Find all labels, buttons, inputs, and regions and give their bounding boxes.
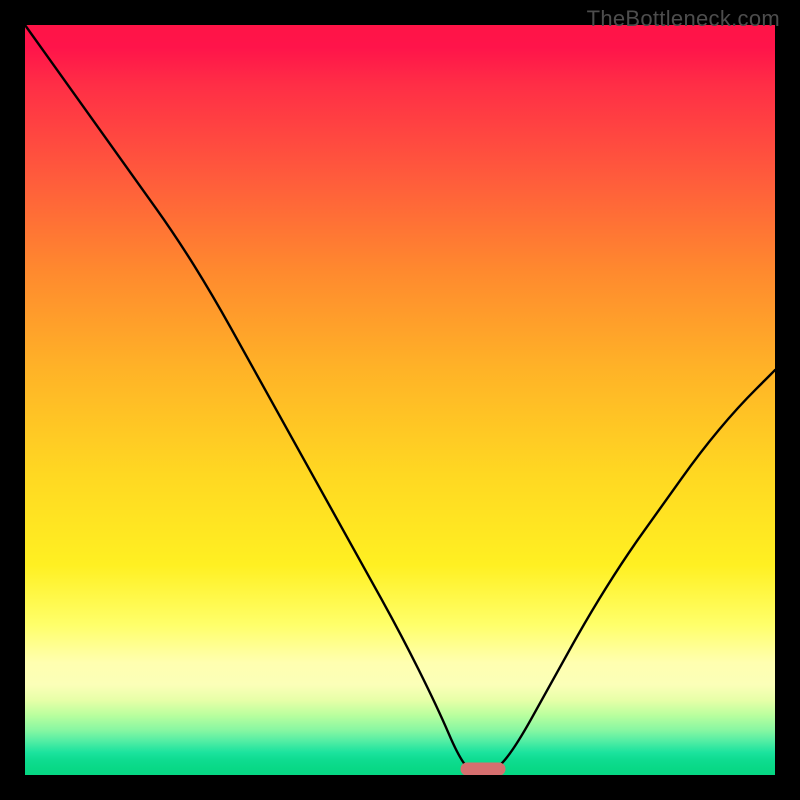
chart-frame: TheBottleneck.com — [0, 0, 800, 800]
plot-area — [25, 25, 775, 775]
bottleneck-curve — [25, 25, 775, 775]
watermark-text: TheBottleneck.com — [587, 6, 780, 32]
optimum-marker — [460, 763, 505, 776]
